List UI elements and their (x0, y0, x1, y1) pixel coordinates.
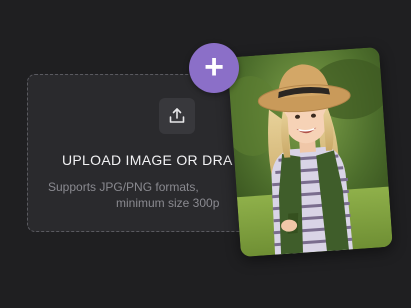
upload-title: UPLOAD IMAGE OR DRA (62, 152, 233, 168)
plus-icon: + (204, 48, 224, 86)
add-image-button[interactable]: + (189, 43, 239, 93)
upload-stage: UPLOAD IMAGE OR DRA Supports JPG/PNG for… (0, 0, 411, 308)
upload-icon (169, 108, 185, 123)
sample-photo[interactable] (227, 46, 393, 258)
upload-button[interactable] (159, 98, 195, 134)
